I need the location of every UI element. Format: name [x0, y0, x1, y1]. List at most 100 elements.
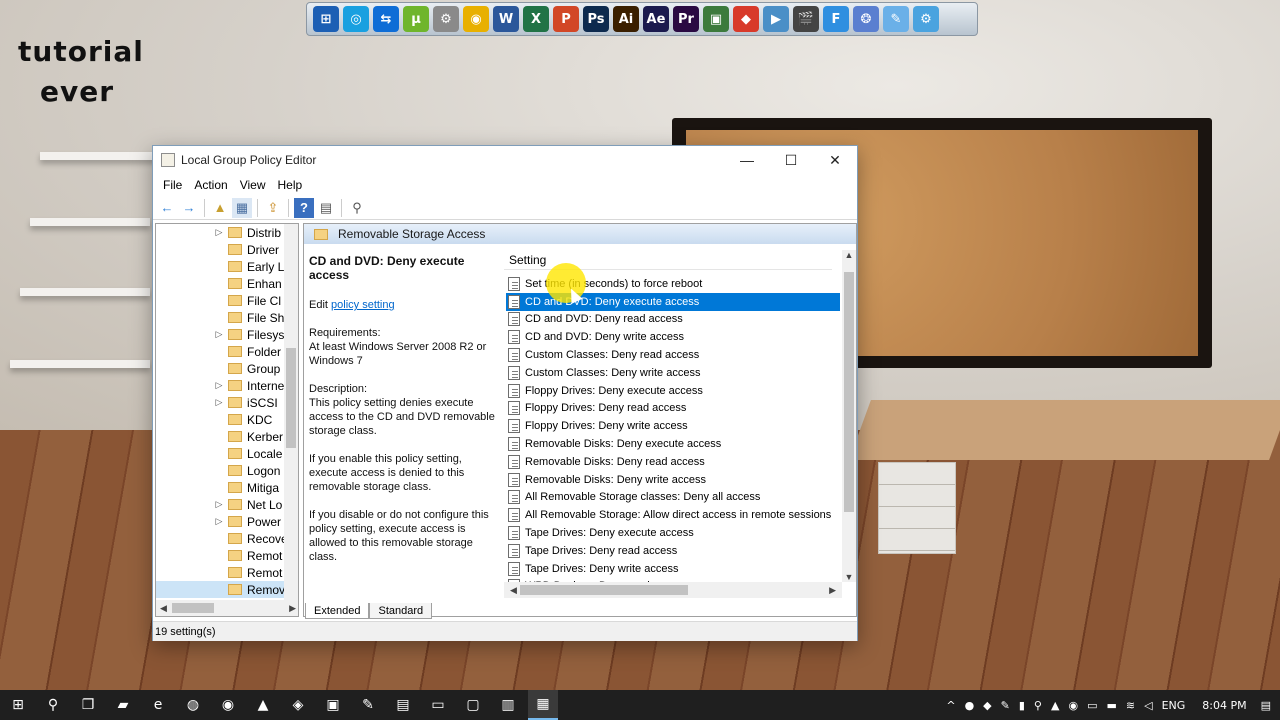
filter-icon[interactable]: ⚲	[347, 198, 367, 218]
setting-row[interactable]: Removable Disks: Deny read access	[506, 453, 840, 471]
settings-app-icon[interactable]: ⚙	[913, 6, 939, 32]
f-app-icon[interactable]: F	[823, 6, 849, 32]
robot-app-icon[interactable]: ⚙	[433, 6, 459, 32]
pen-app-icon[interactable]: ✎	[883, 6, 909, 32]
dropbox-icon[interactable]: ◆	[983, 699, 991, 712]
tray-overflow-icon[interactable]: ^	[946, 699, 955, 712]
chrome-icon[interactable]: ◉	[213, 690, 243, 720]
setting-row[interactable]: Custom Classes: Deny read access	[506, 346, 840, 364]
menu-view[interactable]: View	[234, 178, 272, 192]
paint-app-icon[interactable]: ✎	[353, 690, 383, 720]
edit-policy-setting-link[interactable]: policy setting	[331, 299, 395, 311]
menu-help[interactable]: Help	[272, 178, 309, 192]
pc-app-icon[interactable]: ▣	[318, 690, 348, 720]
maximize-button[interactable]: ☐	[769, 146, 813, 174]
video-app-icon[interactable]: ▶	[763, 6, 789, 32]
card-app-icon[interactable]: ▢	[458, 690, 488, 720]
search-icon[interactable]: ⚲	[38, 690, 68, 720]
cube-app-icon[interactable]: ◈	[283, 690, 313, 720]
scroll-down-arrow-icon[interactable]: ▼	[845, 572, 854, 582]
windows-orb-icon[interactable]: ⊞	[313, 6, 339, 32]
tree-item[interactable]: Kerber	[156, 428, 298, 445]
tree-item[interactable]: File Sh	[156, 309, 298, 326]
powerpoint-icon[interactable]: P	[553, 6, 579, 32]
scroll-left-arrow-icon[interactable]: ◀	[160, 603, 167, 614]
expand-arrow-icon[interactable]: ▷	[214, 329, 224, 340]
pen-tray-icon[interactable]: ✎	[1001, 699, 1010, 712]
setting-row[interactable]: Floppy Drives: Deny read access	[506, 400, 840, 418]
expand-arrow-icon[interactable]: ▷	[214, 397, 224, 408]
excel-icon[interactable]: X	[523, 6, 549, 32]
search-tray-icon[interactable]: ⚲	[1034, 699, 1042, 712]
help-icon[interactable]: ?	[294, 197, 314, 218]
tree-item[interactable]: KDC	[156, 411, 298, 428]
task-view-icon[interactable]: ❐	[73, 690, 103, 720]
shield-icon[interactable]: ◉	[1068, 699, 1078, 712]
setting-row[interactable]: CD and DVD: Deny read access	[506, 311, 840, 329]
tree-item[interactable]: Group	[156, 360, 298, 377]
setting-row[interactable]: All Removable Storage classes: Deny all …	[506, 489, 840, 507]
clapper-icon[interactable]: 🎬	[793, 6, 819, 32]
colorful-app-icon[interactable]: ◆	[733, 6, 759, 32]
show-hide-tree-icon[interactable]: ▦	[232, 197, 252, 218]
tree-item[interactable]: Enhan	[156, 275, 298, 292]
tree-item[interactable]: Remot	[156, 547, 298, 564]
policy-editor-taskbar-icon[interactable]: ▦	[528, 690, 558, 720]
menu-action[interactable]: Action	[188, 178, 233, 192]
volume-icon[interactable]: ◁	[1144, 699, 1152, 712]
illustrator-icon[interactable]: Ai	[613, 6, 639, 32]
list-horizontal-scroll-thumb[interactable]	[520, 585, 688, 595]
setting-row[interactable]: Tape Drives: Deny read access	[506, 542, 840, 560]
tree-vertical-scroll-thumb[interactable]	[286, 348, 296, 448]
media-app-icon[interactable]: ▭	[423, 690, 453, 720]
start-icon[interactable]: ⊞	[3, 690, 33, 720]
tree-item[interactable]: Locale	[156, 445, 298, 462]
setting-row[interactable]: Removable Disks: Deny write access	[506, 471, 840, 489]
menu-file[interactable]: File	[157, 178, 188, 192]
tree-item[interactable]: Mitiga	[156, 479, 298, 496]
list-horizontal-scrollbar[interactable]: ◀ ▶	[504, 582, 842, 598]
tree-item[interactable]: ▷ iSCSI	[156, 394, 298, 411]
tree-item[interactable]: ▷ Interne	[156, 377, 298, 394]
tree-item[interactable]: Remot	[156, 564, 298, 581]
usb-icon[interactable]: ▮	[1019, 699, 1025, 712]
battery-icon[interactable]: ▬	[1106, 699, 1116, 712]
action-center-tray-icon[interactable]: ▭	[1087, 699, 1097, 712]
scroll-up-arrow-icon[interactable]: ▲	[845, 250, 854, 260]
edge-icon[interactable]: e	[143, 690, 173, 720]
setting-row[interactable]: Removable Disks: Deny execute access	[506, 435, 840, 453]
tree-item[interactable]: Logon	[156, 462, 298, 479]
scroll-left-arrow-icon[interactable]: ◀	[510, 585, 517, 596]
expand-arrow-icon[interactable]: ▷	[214, 516, 224, 527]
setting-row[interactable]: All Removable Storage: Allow direct acce…	[506, 506, 840, 524]
tab-standard[interactable]: Standard	[369, 603, 433, 619]
back-arrow-icon[interactable]: ←	[157, 198, 177, 218]
tree-item[interactable]: Recove	[156, 530, 298, 547]
tree-item[interactable]: ▷ Filesys	[156, 326, 298, 343]
word-icon[interactable]: W	[493, 6, 519, 32]
utorrent-icon[interactable]: µ	[403, 6, 429, 32]
expand-arrow-icon[interactable]: ▷	[214, 380, 224, 391]
setting-row[interactable]: Floppy Drives: Deny execute access	[506, 382, 840, 400]
setting-row[interactable]: Floppy Drives: Deny write access	[506, 417, 840, 435]
notifications-icon[interactable]: ▤	[1261, 699, 1271, 712]
list-vertical-scrollbar[interactable]: ▲ ▼	[842, 250, 856, 582]
premiere-icon[interactable]: Pr	[673, 6, 699, 32]
tree-vertical-scrollbar[interactable]	[284, 224, 298, 600]
clock[interactable]: 8:04 PM	[1202, 699, 1246, 712]
setting-row[interactable]: CD and DVD: Deny write access	[506, 328, 840, 346]
wifi-icon[interactable]: ≋	[1126, 699, 1135, 712]
close-button[interactable]: ✕	[813, 146, 857, 174]
text-app-icon[interactable]: ▥	[493, 690, 523, 720]
blue-app-icon[interactable]: ◎	[343, 6, 369, 32]
tray-app-icon[interactable]: ●	[965, 699, 975, 712]
after-effects-icon[interactable]: Ae	[643, 6, 669, 32]
scroll-right-arrow-icon[interactable]: ▶	[829, 585, 836, 596]
tree-item[interactable]: ▷ Power	[156, 513, 298, 530]
setting-row[interactable]: Tape Drives: Deny execute access	[506, 524, 840, 542]
list-vertical-scroll-thumb[interactable]	[844, 272, 854, 512]
forward-arrow-icon[interactable]: →	[179, 198, 199, 218]
globe-app-icon[interactable]: ❂	[853, 6, 879, 32]
android-icon[interactable]: ▲	[248, 690, 278, 720]
tree-item[interactable]: ▷ Distrib	[156, 224, 298, 241]
